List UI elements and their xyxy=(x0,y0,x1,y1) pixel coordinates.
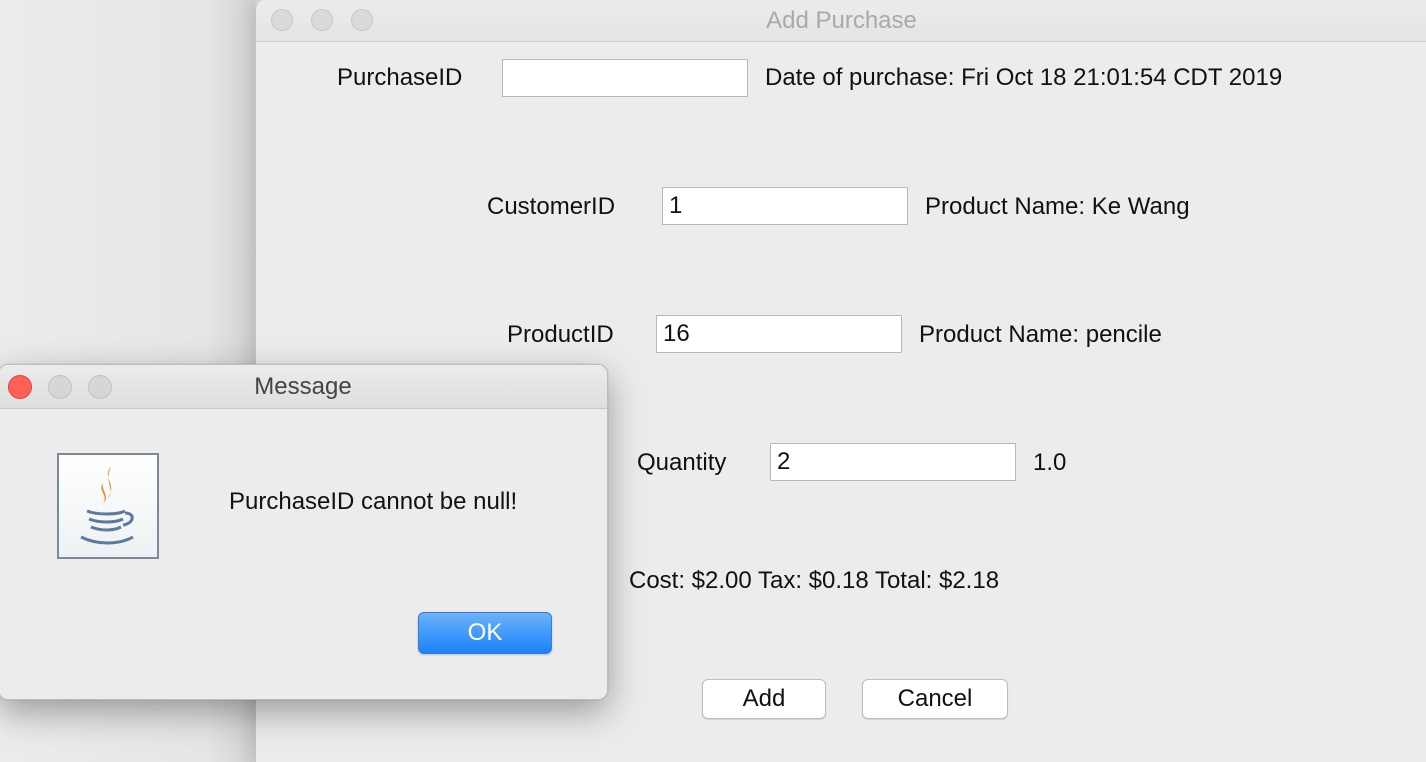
quantity-input[interactable] xyxy=(770,443,1016,481)
customer-name-text: Product Name: Ke Wang xyxy=(925,193,1190,220)
dialog-title: Message xyxy=(254,373,352,400)
purchase-date-text: Date of purchase: Fri Oct 18 21:01:54 CD… xyxy=(765,64,1283,91)
product-name-text: Product Name: pencile xyxy=(919,321,1162,348)
customer-id-label: CustomerID xyxy=(487,193,616,220)
cancel-button[interactable]: Cancel xyxy=(862,679,1008,719)
purchase-id-label: PurchaseID xyxy=(337,64,463,91)
window-titlebar: Add Purchase xyxy=(256,0,1426,42)
quantity-label: Quantity xyxy=(637,449,727,476)
customer-id-input[interactable] xyxy=(662,187,908,225)
product-id-label: ProductID xyxy=(507,321,614,348)
window-title: Add Purchase xyxy=(766,7,917,34)
java-icon xyxy=(57,453,159,559)
totals-text: Cost: $2.00 Tax: $0.18 Total: $2.18 xyxy=(629,567,1000,594)
dialog-message: PurchaseID cannot be null! xyxy=(229,488,518,515)
dialog-titlebar: Message xyxy=(0,365,607,409)
add-button[interactable]: Add xyxy=(702,679,826,719)
product-id-input[interactable] xyxy=(656,315,902,353)
ok-button[interactable]: OK xyxy=(418,612,552,654)
message-dialog: Message PurchaseID cannot be null! OK xyxy=(0,364,608,700)
unit-price-text: 1.0 xyxy=(1033,449,1067,476)
purchase-id-input[interactable] xyxy=(502,59,748,97)
